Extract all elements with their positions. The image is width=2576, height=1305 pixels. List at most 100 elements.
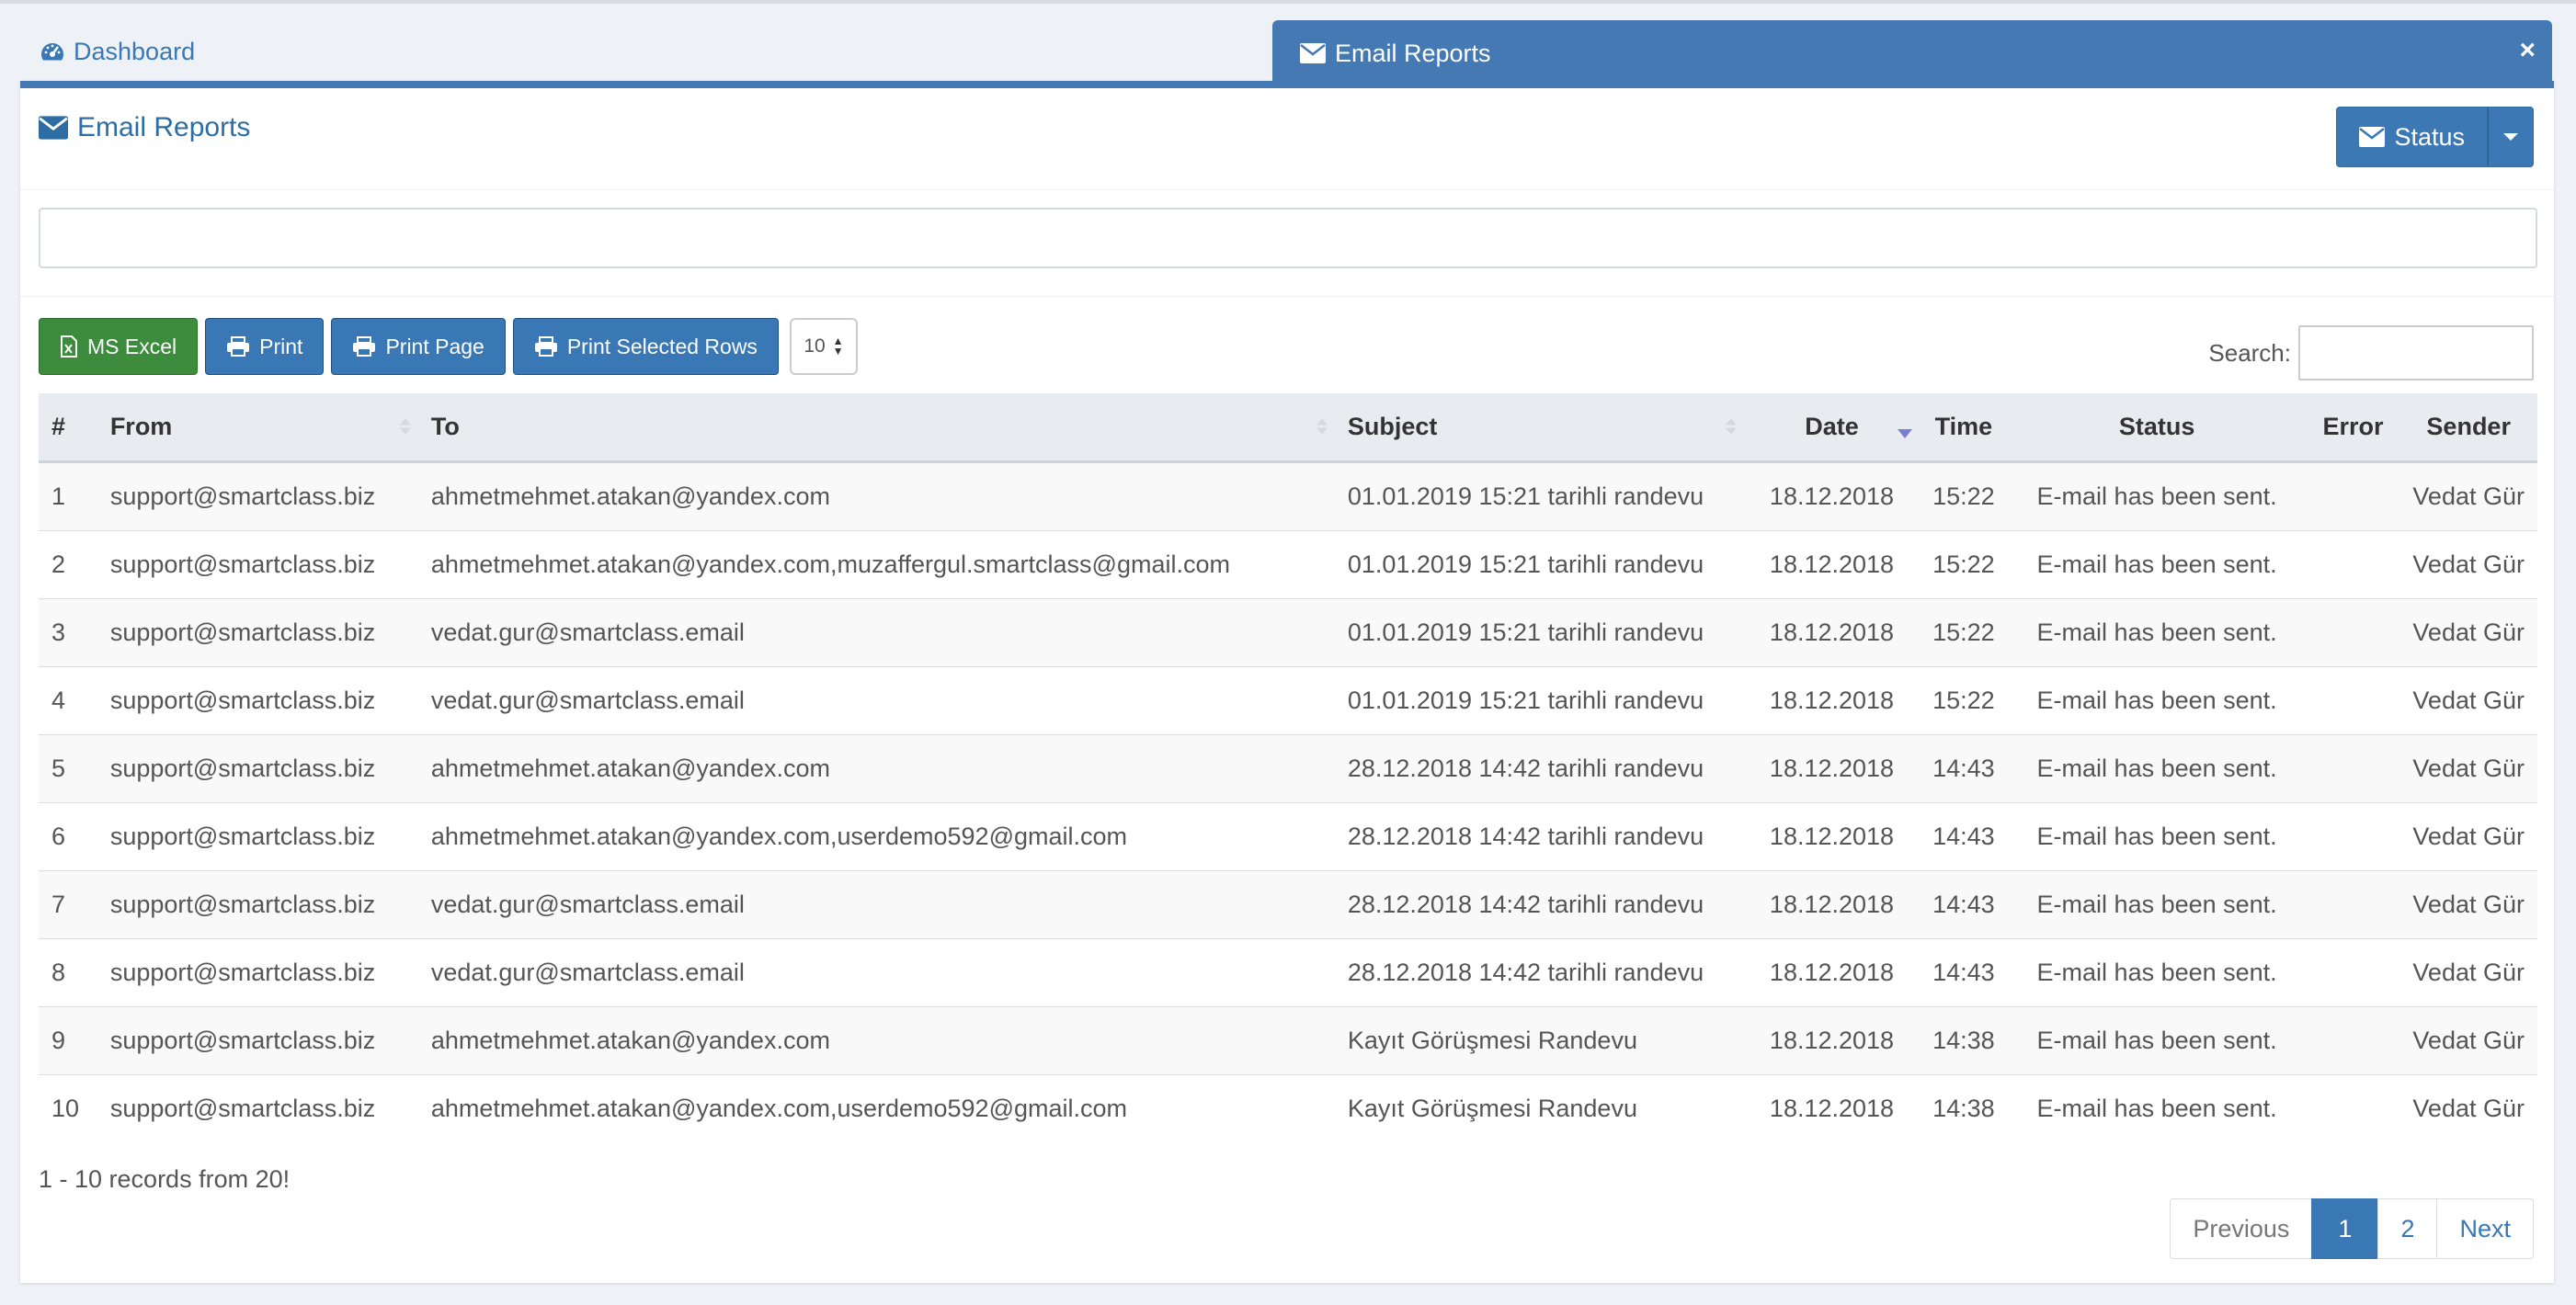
tab-email-reports-label: Email Reports bbox=[1335, 39, 1491, 67]
cell-from: support@smartclass.biz bbox=[97, 1005, 418, 1074]
top-border bbox=[0, 0, 2576, 4]
column-header-to[interactable]: To bbox=[417, 393, 1335, 463]
cell-from: support@smartclass.biz bbox=[97, 460, 418, 530]
column-header-date[interactable]: Date bbox=[1743, 393, 1921, 463]
ms-excel-button[interactable]: MS Excel bbox=[39, 318, 199, 375]
cell-sender: Vedat Gür bbox=[2399, 869, 2537, 938]
cell-time: 14:43 bbox=[1920, 733, 2008, 802]
print-icon bbox=[534, 336, 558, 357]
status-button-group: Status bbox=[2336, 107, 2534, 167]
sort-desc-icon bbox=[1898, 428, 1913, 438]
cell-to: vedat.gur@smartclass.email bbox=[417, 665, 1335, 734]
print-selected-rows-button[interactable]: Print Selected Rows bbox=[512, 318, 779, 375]
filter-input[interactable] bbox=[39, 208, 2537, 268]
search-input[interactable] bbox=[2298, 325, 2534, 380]
status-dropdown-toggle[interactable] bbox=[2488, 107, 2534, 167]
chevron-down-icon bbox=[2503, 133, 2518, 141]
print-page-button[interactable]: Print Page bbox=[331, 318, 506, 375]
column-header-from[interactable]: From bbox=[97, 393, 418, 463]
cell-status: E-mail has been sent. bbox=[2007, 665, 2307, 734]
table-row[interactable]: 10 support@smartclass.biz ahmetmehmet.atak… bbox=[39, 1073, 2537, 1142]
cell-status: E-mail has been sent. bbox=[2007, 801, 2307, 870]
tab-dashboard[interactable]: Dashboard bbox=[40, 22, 195, 81]
sort-icon bbox=[399, 418, 411, 435]
table-row[interactable]: 1 support@smartclass.biz ahmetmehmet.ataka… bbox=[39, 460, 2537, 530]
records-info: 1 - 10 records from 20! bbox=[39, 1165, 291, 1193]
cell-sender: Vedat Gür bbox=[2399, 733, 2537, 802]
column-header-status[interactable]: Status bbox=[2007, 393, 2307, 463]
column-header-number[interactable]: # bbox=[39, 393, 97, 463]
table-row[interactable]: 2 support@smartclass.biz ahmetmehmet.ataka… bbox=[39, 529, 2537, 598]
cell-time: 15:22 bbox=[1920, 597, 2008, 666]
cell-subject: 28.12.2018 14:42 tarihli randevu bbox=[1334, 801, 1744, 870]
sort-icon bbox=[1725, 418, 1737, 435]
cell-to: ahmetmehmet.atakan@yandex.com bbox=[417, 460, 1335, 530]
cell-from: support@smartclass.biz bbox=[97, 665, 418, 734]
cell-error bbox=[2306, 597, 2400, 666]
cell-number: 1 bbox=[39, 460, 97, 530]
cell-subject: Kayıt Görüşmesi Randevu bbox=[1334, 1073, 1744, 1142]
cell-sender: Vedat Gür bbox=[2399, 937, 2537, 1006]
column-header-sender[interactable]: Sender bbox=[2399, 393, 2537, 463]
table-row[interactable]: 9 support@smartclass.biz ahmetmehmet.ataka… bbox=[39, 1005, 2537, 1074]
cell-time: 14:38 bbox=[1920, 1005, 2008, 1074]
pagination-next[interactable]: Next bbox=[2436, 1198, 2534, 1259]
search-label: Search: bbox=[2208, 338, 2291, 367]
print-label: Print bbox=[259, 334, 303, 358]
cell-status: E-mail has been sent. bbox=[2007, 1073, 2307, 1142]
cell-from: support@smartclass.biz bbox=[97, 937, 418, 1006]
page-title-text: Email Reports bbox=[77, 112, 251, 142]
cell-number: 10 bbox=[39, 1073, 97, 1142]
cell-error bbox=[2306, 1073, 2400, 1142]
email-reports-panel: Email Reports Status MS Excel Print Prin… bbox=[20, 81, 2554, 1283]
cell-subject: 28.12.2018 14:42 tarihli randevu bbox=[1334, 869, 1744, 938]
table-row[interactable]: 3 support@smartclass.biz vedat.gur@smartcl… bbox=[39, 597, 2537, 666]
pagination-page-1[interactable]: 1 bbox=[2311, 1198, 2379, 1259]
file-excel-icon bbox=[60, 335, 78, 357]
column-header-from-label: From bbox=[109, 412, 173, 440]
cell-status: E-mail has been sent. bbox=[2007, 1005, 2307, 1074]
cell-to: ahmetmehmet.atakan@yandex.com bbox=[417, 1005, 1335, 1074]
pagination-page-2[interactable]: 2 bbox=[2377, 1198, 2438, 1259]
tab-email-reports[interactable]: Email Reports × bbox=[1272, 20, 2552, 86]
table-row[interactable]: 4 support@smartclass.biz vedat.gur@smartcl… bbox=[39, 665, 2537, 734]
cell-sender: Vedat Gür bbox=[2399, 801, 2537, 870]
cell-subject: 01.01.2019 15:21 tarihli randevu bbox=[1334, 460, 1744, 530]
column-header-error[interactable]: Error bbox=[2306, 393, 2400, 463]
cell-to: vedat.gur@smartclass.email bbox=[417, 937, 1335, 1006]
cell-time: 14:43 bbox=[1920, 801, 2008, 870]
pagination-previous[interactable]: Previous bbox=[2170, 1198, 2313, 1259]
status-button[interactable]: Status bbox=[2336, 107, 2488, 167]
cell-number: 6 bbox=[39, 801, 97, 870]
cell-date: 18.12.2018 bbox=[1743, 1005, 1921, 1074]
close-icon[interactable]: × bbox=[2519, 37, 2536, 64]
cell-status: E-mail has been sent. bbox=[2007, 869, 2307, 938]
cell-error bbox=[2306, 1005, 2400, 1074]
table-row[interactable]: 8 support@smartclass.biz vedat.gur@smartcl… bbox=[39, 937, 2537, 1006]
cell-time: 14:43 bbox=[1920, 937, 2008, 1006]
cell-date: 18.12.2018 bbox=[1743, 665, 1921, 734]
updown-arrows-icon: ▲ ▼ bbox=[832, 335, 844, 357]
cell-date: 18.12.2018 bbox=[1743, 869, 1921, 938]
ms-excel-label: MS Excel bbox=[87, 334, 177, 358]
cell-from: support@smartclass.biz bbox=[97, 801, 418, 870]
cell-subject: 01.01.2019 15:21 tarihli randevu bbox=[1334, 597, 1744, 666]
column-header-time[interactable]: Time bbox=[1920, 393, 2008, 463]
cell-subject: Kayıt Görüşmesi Randevu bbox=[1334, 1005, 1744, 1074]
cell-date: 18.12.2018 bbox=[1743, 1073, 1921, 1142]
cell-number: 8 bbox=[39, 937, 97, 1006]
cell-date: 18.12.2018 bbox=[1743, 801, 1921, 870]
cell-subject: 28.12.2018 14:42 tarihli randevu bbox=[1334, 733, 1744, 802]
table-row[interactable]: 7 support@smartclass.biz vedat.gur@smartcl… bbox=[39, 869, 2537, 938]
column-header-subject[interactable]: Subject bbox=[1334, 393, 1744, 463]
cell-date: 18.12.2018 bbox=[1743, 460, 1921, 530]
cell-subject: 01.01.2019 15:21 tarihli randevu bbox=[1334, 529, 1744, 598]
cell-to: ahmetmehmet.atakan@yandex.com,userdemo59… bbox=[417, 801, 1335, 870]
cell-from: support@smartclass.biz bbox=[97, 869, 418, 938]
page-length-select[interactable]: 10 ▲ ▼ bbox=[789, 318, 858, 375]
cell-error bbox=[2306, 733, 2400, 802]
print-button[interactable]: Print bbox=[205, 318, 325, 375]
cell-number: 4 bbox=[39, 665, 97, 734]
table-row[interactable]: 6 support@smartclass.biz ahmetmehmet.ataka… bbox=[39, 801, 2537, 870]
table-row[interactable]: 5 support@smartclass.biz ahmetmehmet.ataka… bbox=[39, 733, 2537, 802]
